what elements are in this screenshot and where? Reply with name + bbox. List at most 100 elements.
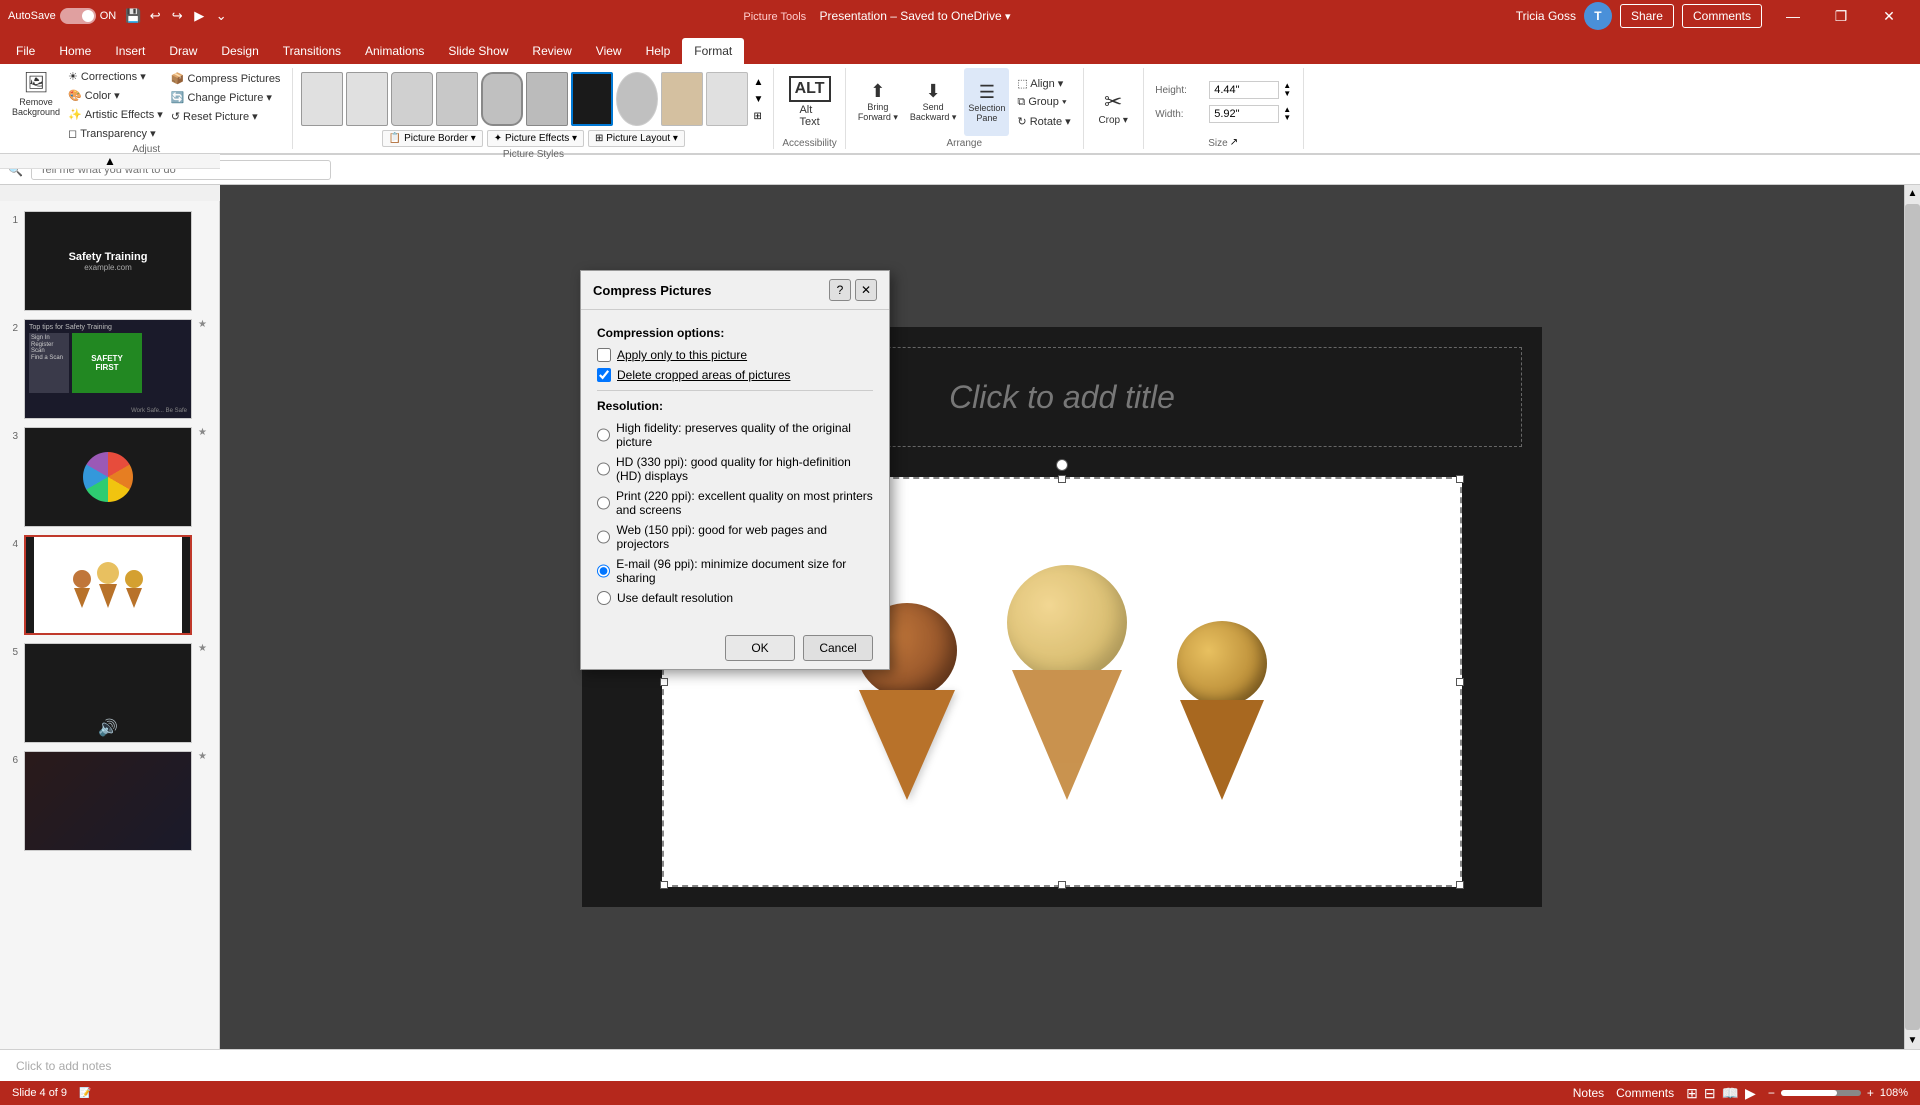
align-button[interactable]: ⬚ Align ▾ — [1013, 75, 1074, 92]
reset-picture-button[interactable]: ↺ Reset Picture ▾ — [167, 108, 285, 125]
tab-format[interactable]: Format — [682, 38, 744, 64]
compress-pictures-button[interactable]: 📦 Compress Pictures — [167, 70, 285, 87]
group-button[interactable]: ⧉ Group ▾ — [1013, 94, 1074, 111]
height-input[interactable] — [1209, 81, 1279, 99]
cancel-button[interactable]: Cancel — [803, 635, 873, 661]
tab-design[interactable]: Design — [209, 38, 270, 64]
tab-home[interactable]: Home — [47, 38, 103, 64]
pic-style-5[interactable] — [481, 72, 523, 126]
tab-view[interactable]: View — [584, 38, 634, 64]
tab-insert[interactable]: Insert — [103, 38, 157, 64]
res-hd330-radio[interactable] — [597, 462, 610, 476]
picture-border-button[interactable]: 📋 Picture Border ▾ — [382, 130, 483, 147]
gallery-scroll-up[interactable]: ▲ — [751, 75, 765, 90]
delete-cropped-checkbox[interactable] — [597, 368, 611, 382]
color-button[interactable]: 🎨 Color ▾ — [64, 87, 167, 104]
present-icon[interactable]: ▶ — [190, 7, 208, 25]
pic-style-6[interactable] — [526, 72, 568, 126]
zoom-in-button[interactable]: + — [1867, 1086, 1874, 1100]
tab-file[interactable]: File — [4, 38, 47, 64]
gallery-more[interactable]: ⊞ — [751, 109, 765, 124]
slide-thumb-3[interactable]: 3 ★ — [4, 425, 215, 529]
slide-thumb-2[interactable]: 2 Top tips for Safety Training Sign In R… — [4, 317, 215, 421]
gallery-scroll-down[interactable]: ▼ — [751, 92, 765, 107]
view-normal-button[interactable]: ⊞ — [1686, 1085, 1698, 1102]
tab-review[interactable]: Review — [520, 38, 583, 64]
slide-thumb-img-4[interactable] — [24, 535, 192, 635]
corrections-button[interactable]: ☀ Corrections ▾ — [64, 68, 167, 85]
tab-draw[interactable]: Draw — [157, 38, 209, 64]
customize-icon[interactable]: ⌄ — [212, 7, 230, 25]
crop-button[interactable]: ✂ Crop ▾ — [1094, 87, 1131, 128]
share-button[interactable]: Share — [1620, 4, 1674, 28]
res-web-radio[interactable] — [597, 530, 610, 544]
height-spinner[interactable]: ▲ ▼ — [1283, 82, 1291, 98]
res-default-radio[interactable] — [597, 591, 611, 605]
tab-help[interactable]: Help — [634, 38, 683, 64]
slide-thumb-5[interactable]: 5 🔊 ★ — [4, 641, 215, 745]
notes-button[interactable]: Notes — [1573, 1086, 1604, 1100]
slide-thumb-6[interactable]: 6 ★ — [4, 749, 215, 853]
slide-thumb-img-1[interactable]: Safety Training example.com — [24, 211, 192, 311]
send-backward-button[interactable]: ⬇ SendBackward ▾ — [906, 68, 961, 136]
alt-text-button[interactable]: ALT AltText — [785, 74, 835, 130]
selection-pane-button[interactable]: ☰ SelectionPane — [964, 68, 1009, 136]
pic-style-9[interactable] — [661, 72, 703, 126]
zoom-out-button[interactable]: − — [1768, 1086, 1775, 1100]
dialog-help-button[interactable]: ? — [829, 279, 851, 301]
res-email-radio[interactable] — [597, 564, 610, 578]
tab-transitions[interactable]: Transitions — [271, 38, 353, 64]
rotate-button[interactable]: ↻ Rotate ▾ — [1013, 113, 1074, 130]
change-picture-button[interactable]: 🔄 Change Picture ▾ — [167, 89, 285, 106]
view-reading-button[interactable]: 📖 — [1722, 1085, 1739, 1102]
pic-style-1[interactable] — [301, 72, 343, 126]
slide-thumb-img-6[interactable] — [24, 751, 192, 851]
autosave-toggle[interactable] — [60, 8, 96, 24]
right-scrollbar[interactable]: ▲ ▼ — [1904, 185, 1920, 1049]
redo-icon[interactable]: ↪ — [168, 7, 186, 25]
dialog-close-button[interactable]: ✕ — [855, 279, 877, 301]
scrollbar-up-arrow[interactable]: ▲ — [1905, 185, 1920, 202]
save-icon[interactable]: 💾 — [124, 7, 142, 25]
slide-thumb-img-2[interactable]: Top tips for Safety Training Sign In Reg… — [24, 319, 192, 419]
pic-style-8[interactable] — [616, 72, 658, 126]
res-print-radio[interactable] — [597, 496, 610, 510]
pic-style-3[interactable] — [391, 72, 433, 126]
comments-button[interactable]: Comments — [1682, 4, 1762, 28]
scrollbar-thumb[interactable] — [1905, 204, 1920, 1030]
picture-effects-button[interactable]: ✦ Picture Effects ▾ — [487, 130, 584, 147]
bring-forward-button[interactable]: ⬆ BringForward ▾ — [854, 68, 902, 136]
size-expand-icon[interactable]: ↗ — [1230, 137, 1238, 148]
transparency-button[interactable]: ◻ Transparency ▾ — [64, 125, 167, 142]
comments-status-button[interactable]: Comments — [1616, 1086, 1674, 1100]
artistic-effects-button[interactable]: ✨ Artistic Effects ▾ — [64, 106, 167, 123]
slide-thumb-img-5[interactable]: 🔊 — [24, 643, 192, 743]
notes-area[interactable]: Click to add notes — [0, 1049, 1920, 1081]
slide-thumb-4[interactable]: 4 — [4, 533, 215, 637]
res-hd-radio[interactable] — [597, 428, 610, 442]
width-spinner[interactable]: ▲ ▼ — [1283, 106, 1291, 122]
pic-style-7[interactable] — [571, 72, 613, 126]
slide-panel-scroll-up[interactable]: ▲ — [0, 154, 220, 169]
user-avatar[interactable]: T — [1584, 2, 1612, 30]
minimize-button[interactable]: — — [1770, 0, 1816, 32]
ok-button[interactable]: OK — [725, 635, 795, 661]
apply-only-checkbox[interactable] — [597, 348, 611, 362]
pic-style-10[interactable] — [706, 72, 748, 126]
pic-style-2[interactable] — [346, 72, 388, 126]
view-sorter-button[interactable]: ⊟ — [1704, 1085, 1716, 1102]
slide-thumb-img-3[interactable] — [24, 427, 192, 527]
notes-nav-button[interactable]: 📝 — [79, 1088, 91, 1099]
tab-slideshow[interactable]: Slide Show — [436, 38, 520, 64]
tab-animations[interactable]: Animations — [353, 38, 436, 64]
pic-style-4[interactable] — [436, 72, 478, 126]
undo-icon[interactable]: ↩ — [146, 7, 164, 25]
remove-background-button[interactable]: 🖼 RemoveBackground — [8, 68, 64, 119]
width-input[interactable] — [1209, 105, 1279, 123]
zoom-slider[interactable] — [1781, 1090, 1861, 1096]
picture-layout-button[interactable]: ⊞ Picture Layout ▾ — [588, 130, 685, 147]
restore-button[interactable]: ❐ — [1818, 0, 1864, 32]
view-slideshow-button[interactable]: ▶ — [1745, 1085, 1756, 1102]
close-button[interactable]: ✕ — [1866, 0, 1912, 32]
rotate-handle[interactable] — [1056, 459, 1068, 471]
